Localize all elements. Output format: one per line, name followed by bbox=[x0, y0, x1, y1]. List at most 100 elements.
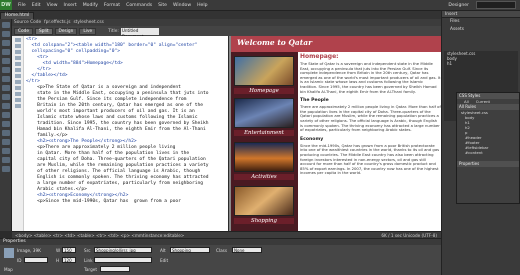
id-input[interactable] bbox=[24, 257, 48, 263]
properties-title: Properties bbox=[0, 239, 441, 245]
line-numbers-icon[interactable] bbox=[2, 76, 10, 82]
files-tree-item[interactable]: h1 bbox=[444, 61, 518, 66]
link-label: Link bbox=[84, 258, 93, 263]
format-source-icon[interactable] bbox=[2, 166, 10, 172]
homepage-image[interactable] bbox=[234, 56, 294, 86]
dreamweaver-logo: DW bbox=[0, 0, 12, 10]
menu-modify[interactable]: Modify bbox=[80, 3, 101, 8]
tag-selector[interactable]: <body> <table> <tr> <td> <table> <tr> <t… bbox=[15, 233, 184, 238]
banner-title: Welcome to Qatar bbox=[237, 38, 313, 47]
files-panel-item[interactable]: Files bbox=[442, 18, 520, 26]
src-input[interactable]: Shopping/ollirsr. jpg bbox=[94, 247, 152, 253]
page-content: Homepage: The State of Qatar is a sovere… bbox=[300, 53, 441, 231]
target-label: Target bbox=[84, 267, 97, 272]
css-styles-panel: CSS Styles All Current All Rules stylesh… bbox=[456, 92, 520, 204]
open-documents-icon[interactable] bbox=[2, 22, 10, 28]
gutter-marker-icon bbox=[15, 44, 21, 48]
nav-activities[interactable]: Activities bbox=[234, 174, 294, 180]
balance-braces-icon[interactable] bbox=[2, 67, 10, 73]
insert-panel-tab[interactable]: Insert bbox=[442, 11, 520, 18]
nav-shopping[interactable]: Shopping bbox=[234, 218, 294, 224]
collapse-tag-icon[interactable] bbox=[2, 31, 10, 37]
document-tab[interactable]: Home.html bbox=[0, 12, 35, 19]
wrap-tag-icon[interactable] bbox=[2, 121, 10, 127]
title-label: Title: bbox=[108, 28, 119, 34]
help-search-input[interactable] bbox=[476, 1, 516, 9]
document-toolbar: Code Split Design Live Title: Untitled D… bbox=[0, 26, 441, 39]
gutter-marker-icon bbox=[15, 38, 21, 42]
design-view[interactable]: Welcome to Qatar Homepage Entertainment … bbox=[229, 36, 441, 231]
assets-panel-item[interactable]: Assets bbox=[442, 26, 520, 34]
expand-all-icon[interactable] bbox=[2, 49, 10, 55]
menu-site[interactable]: Site bbox=[155, 3, 170, 8]
gutter-marker-icon bbox=[15, 68, 21, 72]
collapse-selection-icon[interactable] bbox=[2, 40, 10, 46]
design-view-button[interactable]: Design bbox=[54, 27, 78, 35]
class-select[interactable]: None bbox=[232, 247, 262, 253]
class-label: Class bbox=[216, 248, 228, 253]
related-file-css[interactable]: stylesheet.css bbox=[73, 20, 103, 25]
title-input[interactable]: Untitled Document bbox=[120, 27, 159, 39]
image-icon bbox=[4, 248, 14, 258]
properties-panel: Properties Image, 39K ID W 150 H 120 Src… bbox=[0, 238, 441, 275]
gutter-marker-icon bbox=[15, 56, 21, 60]
intro-paragraph: The State of Qatar is a sovereign and in… bbox=[300, 61, 441, 94]
code-lines: <tr> <td colspan="2"><table width="180" … bbox=[26, 37, 226, 205]
site-banner: Welcome to Qatar bbox=[231, 36, 441, 52]
gutter-marker-icon bbox=[15, 62, 21, 66]
nav-homepage[interactable]: Homepage bbox=[234, 88, 294, 94]
entertainment-image[interactable] bbox=[234, 98, 294, 128]
css-rule[interactable]: #content bbox=[457, 150, 519, 155]
css-properties-header: Properties bbox=[457, 161, 519, 167]
activities-image[interactable] bbox=[234, 142, 294, 172]
gutter-marker-icon bbox=[15, 98, 21, 102]
related-file-js[interactable]: fpr.effects.js bbox=[44, 20, 70, 25]
gutter-marker-icon bbox=[15, 92, 21, 96]
gutter-marker-icon bbox=[15, 50, 21, 54]
menu-format[interactable]: Format bbox=[101, 3, 123, 8]
map-label: Map bbox=[4, 267, 13, 272]
indent-icon[interactable] bbox=[2, 148, 10, 154]
code-view[interactable]: <tr> <td colspan="2"><table width="180" … bbox=[12, 36, 228, 231]
code-line: <p>Since the mid-1990s, Qatar has grown … bbox=[26, 199, 181, 204]
move-css-icon[interactable] bbox=[2, 139, 10, 145]
related-file-source[interactable]: Source Code bbox=[14, 20, 41, 25]
width-input[interactable]: 150 bbox=[62, 247, 76, 253]
target-select[interactable] bbox=[100, 266, 130, 272]
content-heading: Homepage: bbox=[300, 53, 339, 60]
menu-edit[interactable]: Edit bbox=[29, 3, 44, 8]
menu-file[interactable]: File bbox=[15, 3, 29, 8]
menu-window[interactable]: Window bbox=[170, 3, 194, 8]
recent-snippets-icon[interactable] bbox=[2, 130, 10, 136]
select-parent-tag-icon[interactable] bbox=[2, 58, 10, 64]
menu-bar: DW File Edit View Insert Modify Format C… bbox=[0, 0, 520, 11]
remove-comment-icon[interactable] bbox=[2, 112, 10, 118]
gutter-marker-icon bbox=[15, 86, 21, 90]
code-gutter bbox=[12, 36, 24, 231]
menu-help[interactable]: Help bbox=[194, 3, 210, 8]
code-view-button[interactable]: Code bbox=[14, 27, 34, 35]
link-input[interactable] bbox=[94, 257, 152, 263]
alt-input[interactable]: Shopping bbox=[170, 247, 210, 253]
live-view-button[interactable]: Live bbox=[79, 27, 97, 35]
apply-comment-icon[interactable] bbox=[2, 103, 10, 109]
shopping-image[interactable] bbox=[234, 186, 294, 216]
split-view-button[interactable]: Split bbox=[35, 27, 53, 35]
syntax-error-icon[interactable] bbox=[2, 94, 10, 100]
menu-insert[interactable]: Insert bbox=[61, 3, 80, 8]
workspace-switcher[interactable]: Designer bbox=[445, 3, 472, 8]
nav-entertainment[interactable]: Entertainment bbox=[234, 130, 294, 136]
menu-commands[interactable]: Commands bbox=[123, 3, 155, 8]
height-input[interactable]: 120 bbox=[62, 257, 76, 263]
src-label: Src bbox=[84, 248, 91, 253]
menu-view[interactable]: View bbox=[44, 3, 61, 8]
gutter-marker-icon bbox=[15, 74, 21, 78]
coding-toolbar bbox=[0, 19, 12, 231]
outdent-icon[interactable] bbox=[2, 157, 10, 163]
highlight-invalid-icon[interactable] bbox=[2, 85, 10, 91]
h-label: H bbox=[56, 258, 60, 263]
edit-label: Edit bbox=[160, 258, 169, 263]
people-paragraph: There are approximately 2 million people… bbox=[300, 104, 441, 133]
alt-label: Alt bbox=[160, 248, 166, 253]
gutter-marker-icon bbox=[15, 80, 21, 84]
